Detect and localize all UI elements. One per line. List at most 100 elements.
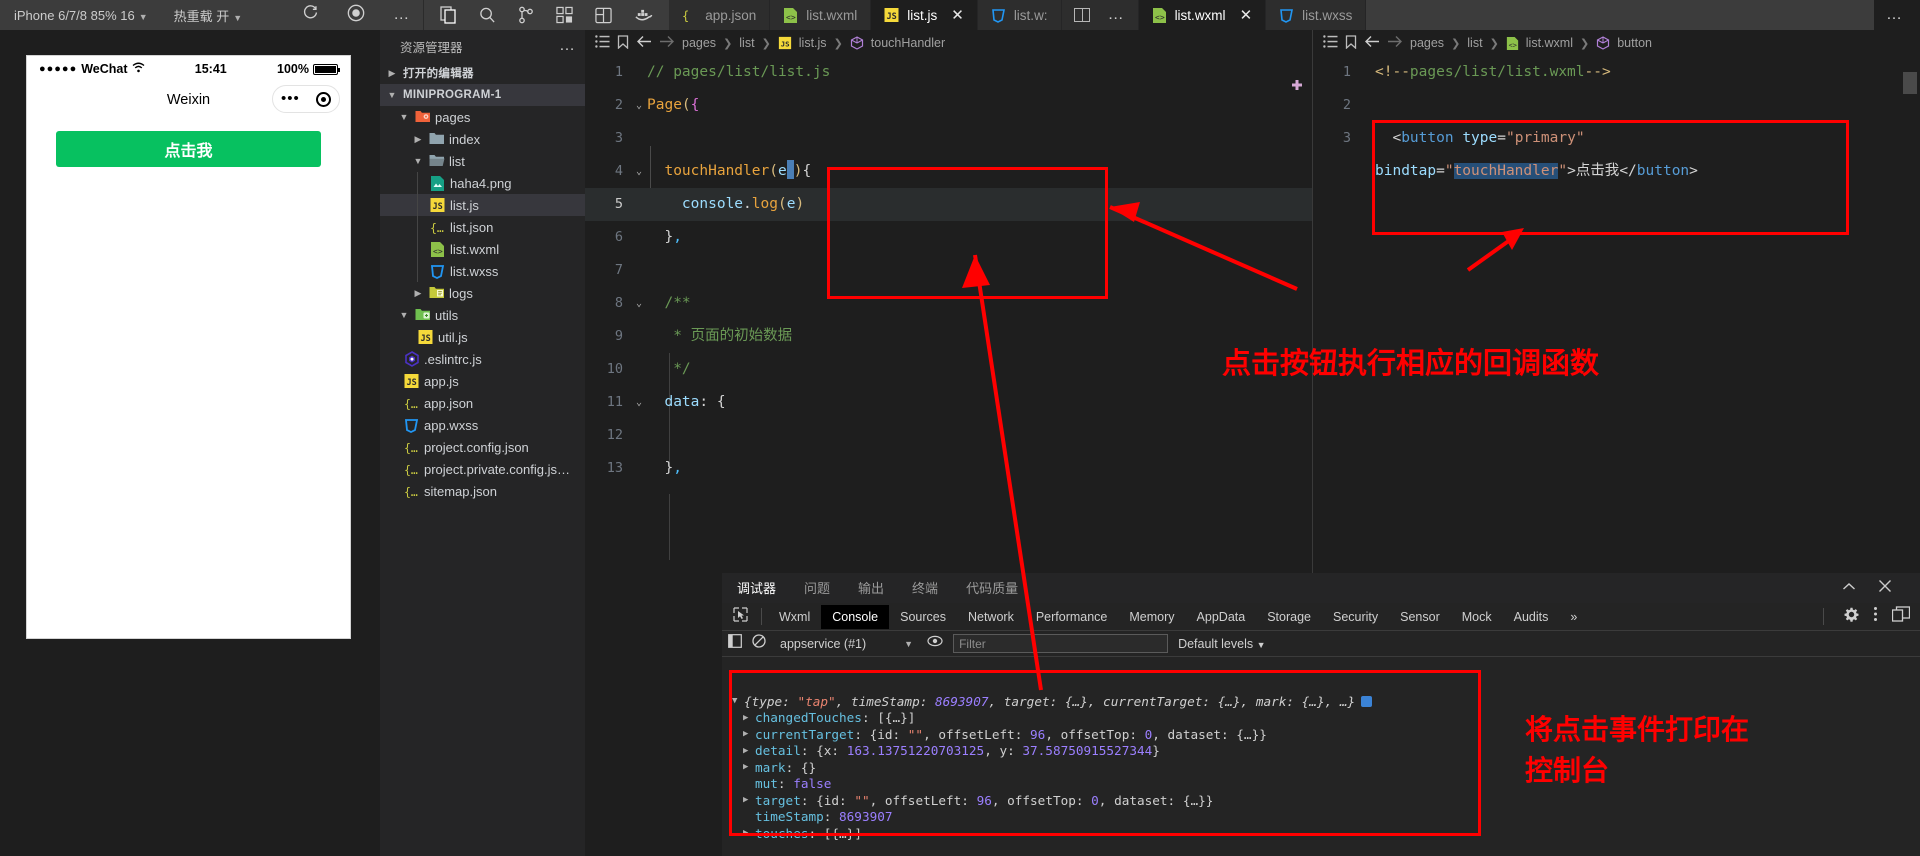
tab-list-wxss-1[interactable]: list.w:	[977, 0, 1062, 30]
explorer-file-app-wxss[interactable]: app.wxss	[380, 414, 585, 436]
gear-icon[interactable]	[1844, 607, 1859, 627]
copy-files-icon[interactable]	[440, 6, 457, 24]
tab-list-wxml-2[interactable]: <> list.wxml ✕	[1137, 0, 1267, 30]
close-icon[interactable]	[1878, 579, 1892, 598]
explorer-file-list-wxml[interactable]: <> list.wxml	[380, 238, 585, 260]
more-icon[interactable]: …	[1886, 7, 1904, 23]
tab-app-json[interactable]: { } app.json	[669, 0, 771, 30]
outline-icon[interactable]	[1323, 35, 1338, 51]
forward-icon[interactable]	[1387, 35, 1403, 51]
breadcrumb-item-symbol[interactable]: button	[1617, 36, 1652, 50]
explorer-file-project-config[interactable]: {…} project.config.json	[380, 436, 585, 458]
code-list-wxml[interactable]: 1 <!--pages/list/list.wxml--> 2 3 <butto…	[1313, 56, 1920, 188]
inspector-tab-wxml[interactable]: Wxml	[768, 605, 821, 629]
explorer-file-sitemap-json[interactable]: {…} sitemap.json	[380, 480, 585, 502]
kebab-menu-icon[interactable]	[1873, 606, 1878, 627]
inspector-tab-audits[interactable]: Audits	[1503, 605, 1560, 629]
hot-reload-selector[interactable]: 热重载 开 ▼	[174, 6, 243, 25]
expand-triangle-icon[interactable]: ▶	[743, 795, 752, 805]
element-picker-icon[interactable]	[726, 606, 755, 627]
dock-icon[interactable]	[1891, 606, 1911, 627]
more-icon[interactable]: •••	[281, 91, 300, 106]
explorer-folder-utils[interactable]: ▼ utils	[380, 304, 585, 326]
more-icon[interactable]: …	[559, 38, 575, 54]
explorer-folder-pages[interactable]: ▼ pages	[380, 106, 585, 128]
mini-program-primary-button[interactable]: 点击我	[56, 131, 321, 167]
breadcrumb-item-file[interactable]: list.wxml	[1526, 36, 1573, 50]
forward-icon[interactable]	[659, 35, 675, 51]
outline-icon[interactable]	[595, 35, 610, 51]
breadcrumb-item-pages[interactable]: pages	[682, 36, 716, 50]
explorer-file-list-js[interactable]: JS list.js	[380, 194, 585, 216]
console-filter-input[interactable]: Filter	[953, 634, 1169, 653]
breadcrumb-item-symbol[interactable]: touchHandler	[871, 36, 945, 50]
clear-console-icon[interactable]	[752, 634, 766, 653]
breadcrumb-item-pages[interactable]: pages	[1410, 36, 1444, 50]
fold-indicator[interactable]: ⌄	[631, 89, 647, 122]
inspector-tab-memory[interactable]: Memory	[1118, 605, 1185, 629]
explorer-file-haha4-png[interactable]: haha4.png	[380, 172, 585, 194]
explorer-file-util-js[interactable]: JS util.js	[380, 326, 585, 348]
bookmark-icon[interactable]	[617, 34, 629, 52]
expand-triangle-icon[interactable]: ▶	[743, 828, 752, 838]
explorer-folder-logs[interactable]: ▶ logs	[380, 282, 585, 304]
more-icon[interactable]: …	[1108, 7, 1126, 23]
expand-triangle-icon[interactable]: ▶	[743, 762, 752, 772]
panel-tab-output[interactable]: 输出	[857, 573, 885, 603]
explorer-file-app-js[interactable]: JS app.js	[380, 370, 585, 392]
fold-indicator[interactable]: ⌄	[631, 155, 647, 188]
inspector-tab-console[interactable]: Console	[821, 604, 890, 629]
inspector-tab-mock[interactable]: Mock	[1451, 605, 1503, 629]
capsule-buttons[interactable]: •••	[272, 85, 340, 113]
device-selector[interactable]: iPhone 6/7/8 85% 16 ▼	[14, 8, 148, 23]
refresh-icon[interactable]	[302, 4, 319, 26]
expand-triangle-icon[interactable]: ▶	[743, 713, 752, 723]
docker-icon[interactable]	[634, 7, 653, 23]
explorer-section-miniprogram[interactable]: ▼ MINIPROGRAM-1	[380, 84, 585, 106]
fold-indicator[interactable]: ⌄	[631, 287, 647, 320]
code-list-js[interactable]: 1 // pages/list/list.js 2 ⌄ Page({ 3 4 ⌄…	[585, 56, 1312, 560]
back-icon[interactable]	[636, 35, 652, 51]
tab-list-wxml-1[interactable]: <> list.wxml	[770, 0, 872, 30]
search-icon[interactable]	[479, 6, 496, 24]
console-sidebar-toggle-icon[interactable]	[728, 634, 742, 653]
close-icon[interactable]: ✕	[1240, 8, 1253, 23]
panel-tab-problems[interactable]: 问题	[803, 573, 831, 603]
explorer-folder-index[interactable]: ▶ index	[380, 128, 585, 150]
inspector-tab-network[interactable]: Network	[957, 605, 1025, 629]
console-eye-icon[interactable]	[927, 634, 943, 653]
extensions-icon[interactable]	[556, 6, 573, 24]
expand-triangle-icon[interactable]: ▶	[743, 746, 752, 756]
more-icon[interactable]: …	[393, 7, 411, 23]
console-row[interactable]: ▶ touches: [{…}]	[732, 825, 1920, 842]
console-row[interactable]: ▶ target: {id: "", offsetLeft: 96, offset…	[732, 792, 1920, 809]
info-badge-icon[interactable]	[1361, 695, 1373, 707]
breadcrumb-item-file[interactable]: list.js	[799, 36, 827, 50]
console-row[interactable]: ▼ {type: "tap", timeStamp: 8693907, targe…	[732, 693, 1920, 710]
explorer-file-app-json[interactable]: {…} app.json	[380, 392, 585, 414]
inspector-tab-appdata[interactable]: AppData	[1186, 605, 1257, 629]
chevron-up-icon[interactable]	[1842, 579, 1856, 597]
split-editor-icon[interactable]	[1073, 8, 1090, 22]
explorer-file-project-private-config[interactable]: {…} project.private.config.js…	[380, 458, 585, 480]
panel-tab-terminal[interactable]: 终端	[911, 573, 939, 603]
inspector-tab-storage[interactable]: Storage	[1256, 605, 1322, 629]
console-context-selector[interactable]: appservice (#1) ▼	[776, 635, 917, 653]
layout-icon[interactable]	[595, 7, 612, 24]
close-circle-icon[interactable]	[315, 91, 331, 107]
console-levels-selector[interactable]: Default levels ▼	[1178, 637, 1265, 651]
scrollbar-thumb[interactable]	[1903, 72, 1917, 94]
inspector-tab-performance[interactable]: Performance	[1025, 605, 1119, 629]
explorer-section-open-editors[interactable]: ▶ 打开的编辑器	[380, 62, 585, 84]
expand-triangle-icon[interactable]: ▼	[732, 696, 741, 706]
source-control-icon[interactable]	[518, 6, 534, 24]
tab-list-wxss-2[interactable]: list.wxss	[1266, 0, 1367, 30]
breadcrumb-item-list[interactable]: list	[1467, 36, 1482, 50]
panel-tab-code-quality[interactable]: 代码质量	[965, 573, 1019, 603]
explorer-file-list-json[interactable]: {…} list.json	[380, 216, 585, 238]
back-icon[interactable]	[1364, 35, 1380, 51]
panel-tab-debugger[interactable]: 调试器	[736, 573, 778, 604]
tab-list-js[interactable]: JS list.js ✕	[871, 0, 978, 30]
bookmark-icon[interactable]	[1345, 34, 1357, 52]
inspector-tab-sensor[interactable]: Sensor	[1389, 605, 1451, 629]
